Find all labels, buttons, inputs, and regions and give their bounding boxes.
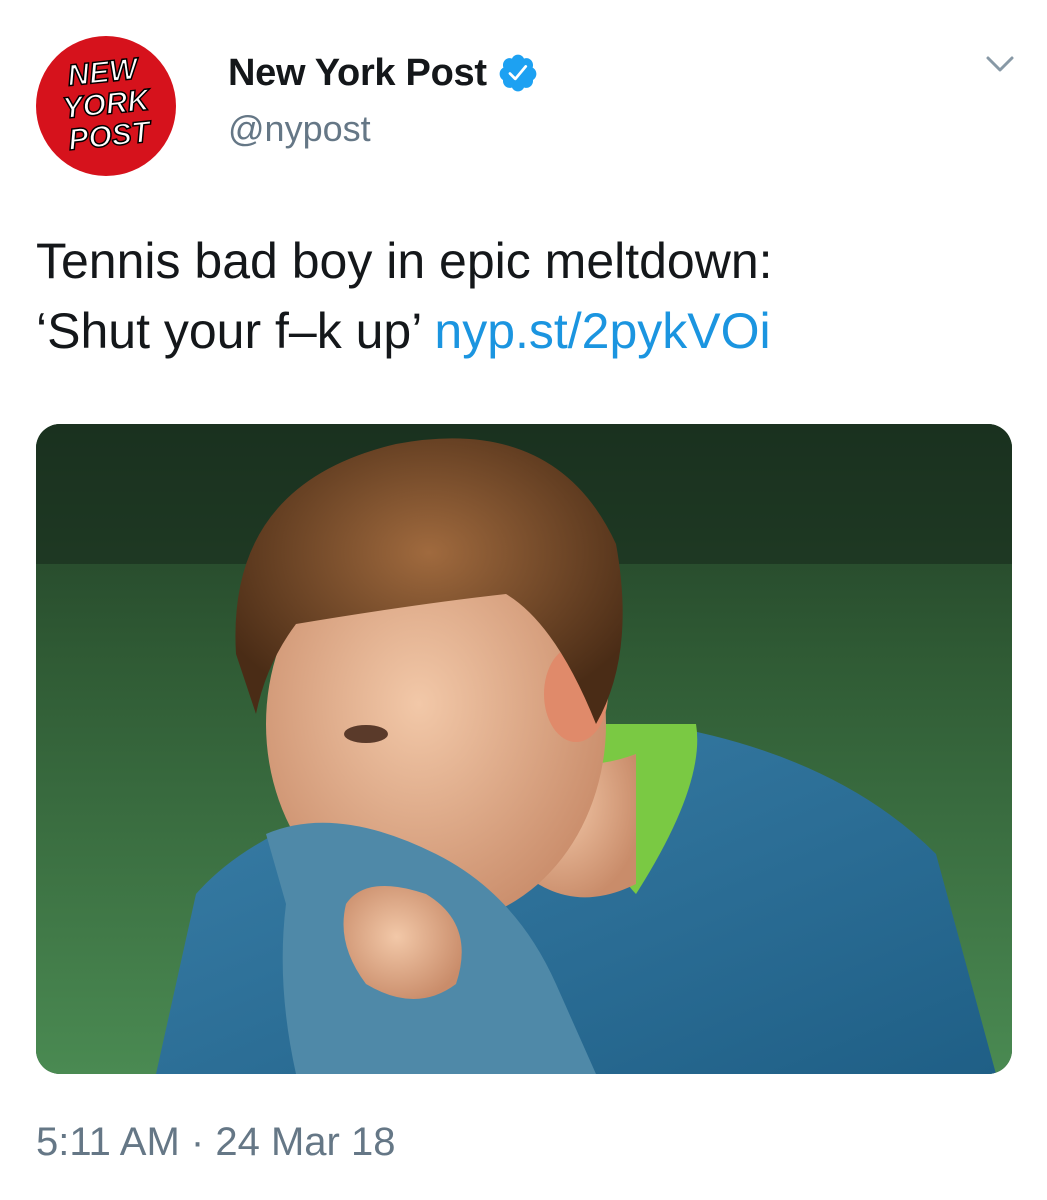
tweet-time: 5:11 AM [36, 1120, 180, 1164]
display-name[interactable]: New York Post [228, 52, 487, 95]
tweet-photo[interactable] [36, 424, 1012, 1074]
tweet-text-line-2: ‘Shut your f–k up’ nyp.st/2pykVOi [36, 296, 1016, 366]
tweet-card: NEW YORK POST New York Post @nypost Tenn… [0, 0, 1047, 1200]
tweet-timestamp[interactable]: 5:11 AM · 24 Mar 18 [36, 1120, 395, 1165]
verified-badge-icon [499, 54, 537, 92]
tweet-quote: ‘Shut your f–k up’ [36, 303, 421, 359]
avatar[interactable]: NEW YORK POST [36, 36, 176, 176]
tweet-text: Tennis bad boy in epic meltdown: ‘Shut y… [36, 226, 1016, 366]
account-handle[interactable]: @nypost [228, 108, 371, 150]
tweet-text-line-1: Tennis bad boy in epic meltdown: [36, 233, 773, 289]
tennis-player-photo [36, 424, 1012, 1074]
chevron-down-icon[interactable] [980, 50, 1020, 78]
tweet-date: 24 Mar 18 [215, 1120, 396, 1164]
nypost-logo-icon: NEW YORK POST [60, 52, 155, 158]
timestamp-separator: · [190, 1120, 205, 1164]
display-name-row[interactable]: New York Post [228, 48, 539, 98]
tweet-link[interactable]: nyp.st/2pykVOi [434, 303, 770, 359]
